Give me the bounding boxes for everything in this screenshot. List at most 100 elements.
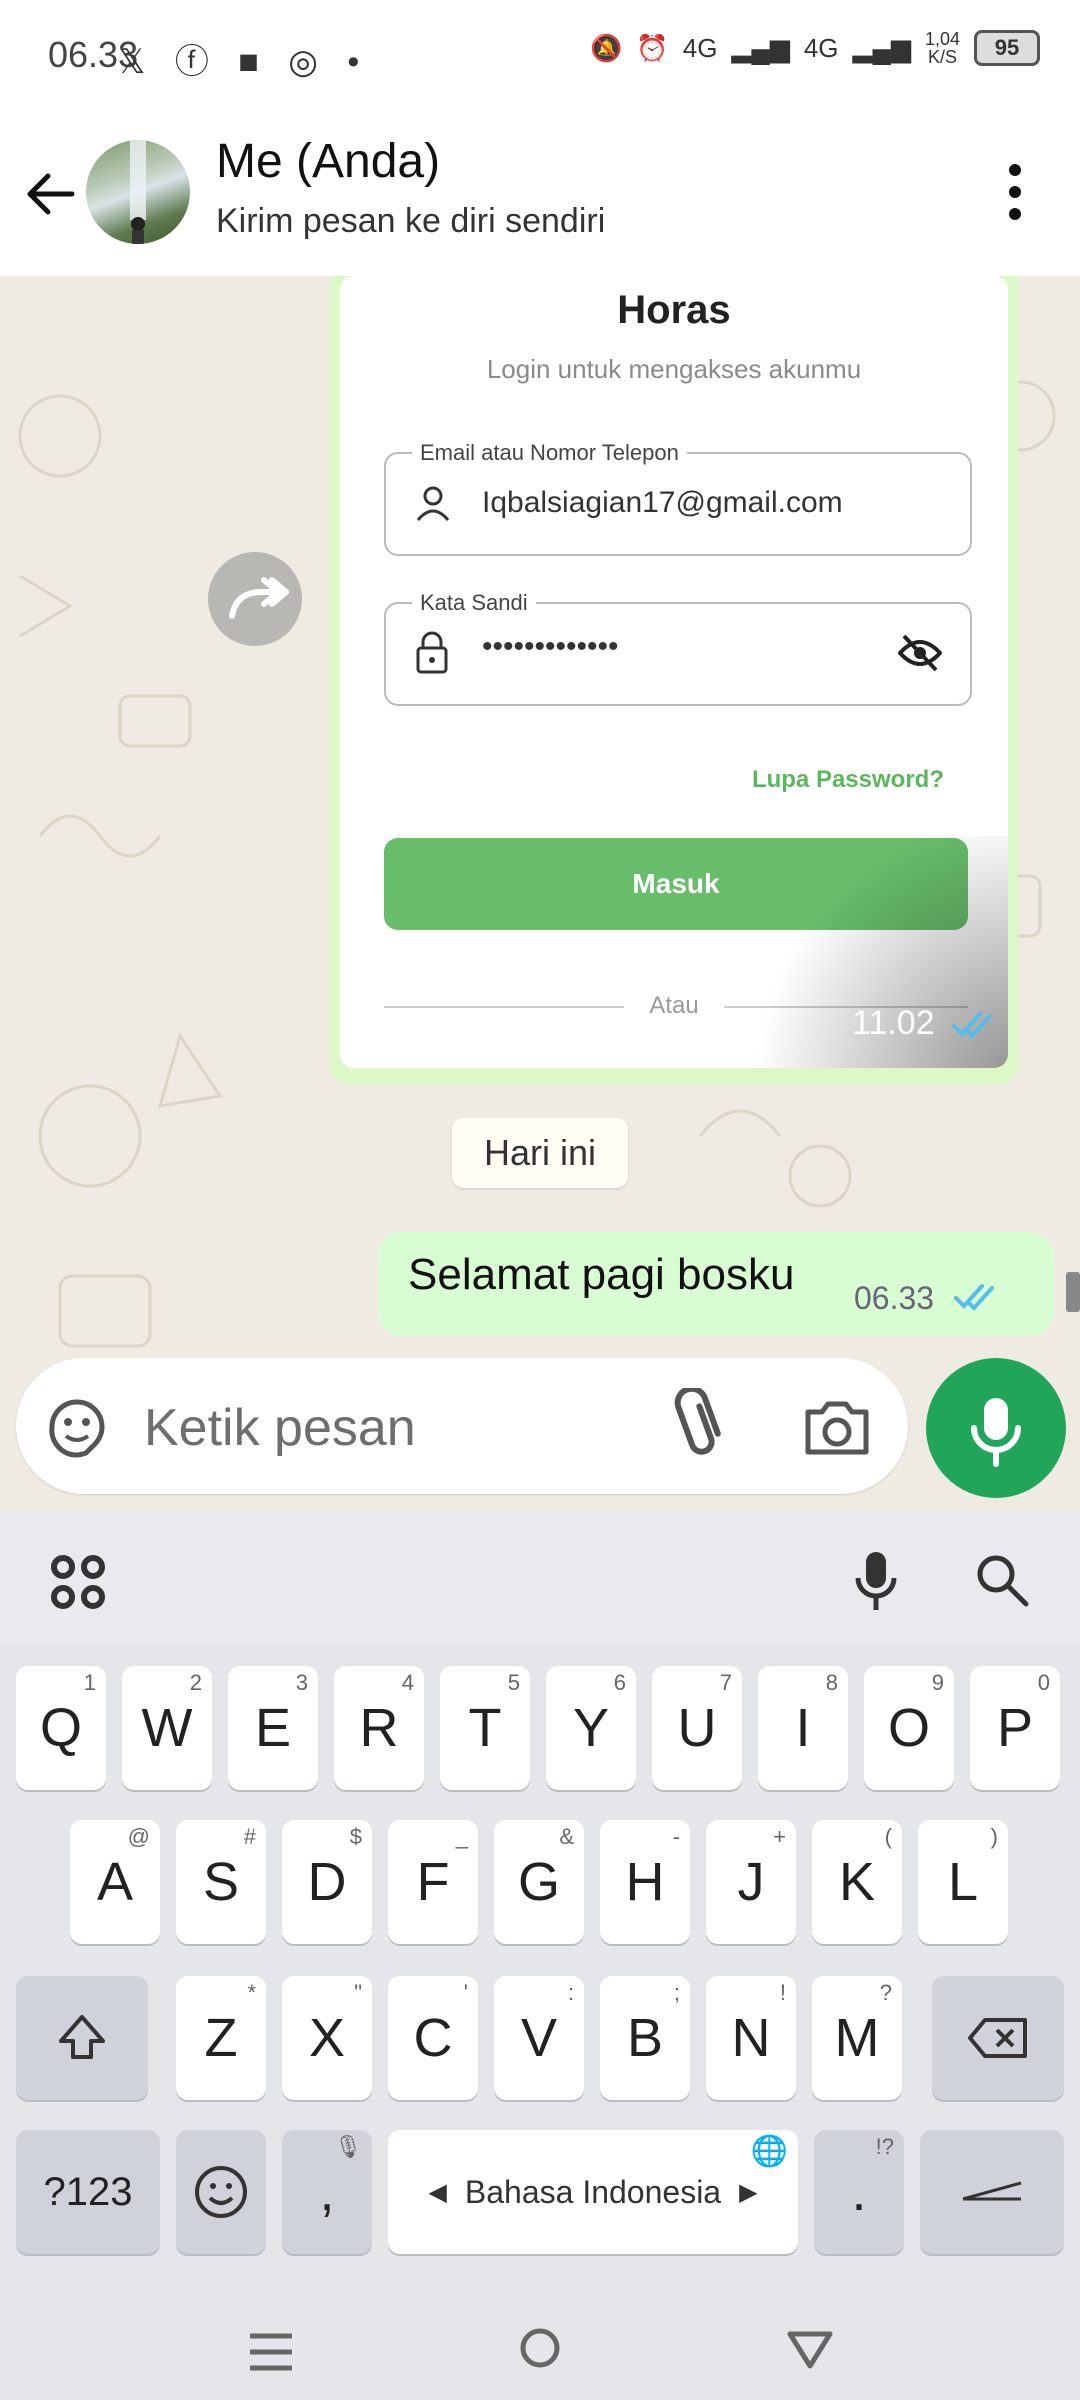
forward-icon[interactable] xyxy=(208,552,302,646)
chat-header: Me (Anda) Kirim pesan ke diri sendiri xyxy=(0,104,1080,276)
key-hint: _ xyxy=(455,1824,468,1849)
key-p[interactable]: P0 xyxy=(970,1666,1060,1790)
symbols-key[interactable]: ?123 xyxy=(16,2130,160,2254)
key-hint: & xyxy=(559,1824,574,1849)
key-k[interactable]: K( xyxy=(812,1820,902,1944)
key-hint: 6 xyxy=(613,1670,626,1695)
key-v[interactable]: V: xyxy=(494,1976,584,2100)
key-label: D xyxy=(307,1852,347,1912)
emoji-key[interactable] xyxy=(176,2130,266,2254)
key-j[interactable]: J + xyxy=(706,1820,796,1944)
backspace-key[interactable] xyxy=(932,1976,1064,2100)
command-icon[interactable] xyxy=(48,1552,108,1612)
back-arrow-icon[interactable] xyxy=(22,166,78,222)
key-s[interactable]: S # xyxy=(176,1820,266,1944)
paperclip-icon[interactable] xyxy=(666,1388,730,1464)
key-d[interactable]: D $ xyxy=(282,1820,372,1944)
key-hint: !? xyxy=(875,2134,894,2159)
image-attachment[interactable]: Horas Login untuk mengakses akunmu Email… xyxy=(340,276,1008,1068)
key-hint: # xyxy=(243,1824,256,1849)
space-arrow-left: ◀ xyxy=(428,2178,447,2206)
email-field-label: Email atau Nomor Telepon xyxy=(412,440,687,466)
keyboard[interactable]: Q 1 W 2 E 3 R 4 T 5 Y 6 U 7 I 8 O 9 P 0 A @ S # D $ F _ G & H - J + K(L) Z *… xyxy=(0,1512,1080,2400)
key-hint: ; xyxy=(673,1980,680,2005)
chat-area[interactable]: Horas Login untuk mengakses akunmu Email… xyxy=(0,276,1080,1512)
shift-key[interactable] xyxy=(16,1976,148,2100)
key-hint: ) xyxy=(990,1824,998,1849)
voice-message-button[interactable] xyxy=(926,1358,1066,1498)
date-chip: Hari ini xyxy=(452,1118,628,1188)
comma-key[interactable]: , 🎙 xyxy=(282,2130,372,2254)
key-w[interactable]: W2 xyxy=(122,1666,212,1790)
message-composer[interactable]: Ketik pesan xyxy=(16,1358,908,1494)
text-message-bubble[interactable]: Selamat pagi bosku 06.33 xyxy=(378,1232,1054,1336)
message-input[interactable]: Ketik pesan xyxy=(144,1398,416,1458)
lock-icon xyxy=(416,631,448,674)
signal-1-label: 4G xyxy=(682,32,718,63)
key-hint: ( xyxy=(884,1824,892,1849)
key-hint: 5 xyxy=(507,1670,520,1695)
key-label: N xyxy=(731,2008,771,2068)
scrollbar-thumb[interactable] xyxy=(1066,1272,1080,1312)
status-right-icons: 🔕 ⏰ 4G ▂▄▆ 4G ▂▄▆ 1,04 K/S 95 xyxy=(590,30,1040,66)
key-e[interactable]: E3 xyxy=(228,1666,318,1790)
app-title: Horas xyxy=(617,288,731,332)
key-h[interactable]: H- xyxy=(600,1820,690,1944)
network-speed-value: 1,04 xyxy=(924,29,960,49)
key-x[interactable]: X " xyxy=(282,1976,372,2100)
key-f[interactable]: F _ xyxy=(388,1820,478,1944)
key-label: K xyxy=(838,1852,876,1912)
image-message-time: 11.02 xyxy=(852,1004,935,1042)
key-hint: 1 xyxy=(83,1670,96,1695)
key-m[interactable]: M? xyxy=(812,1976,902,2100)
key-label: I xyxy=(795,1698,811,1758)
key-u[interactable]: U7 xyxy=(652,1666,742,1790)
key-t[interactable]: T5 xyxy=(440,1666,530,1790)
key-label: E xyxy=(254,1698,292,1758)
enter-key[interactable] xyxy=(920,2130,1064,2254)
key-n[interactable]: N! xyxy=(706,1976,796,2100)
key-b[interactable]: B; xyxy=(600,1976,690,2100)
key-i[interactable]: I8 xyxy=(758,1666,848,1790)
password-field-value: ••••••••••••• xyxy=(482,630,619,663)
period-key[interactable]: .!? xyxy=(814,2130,904,2254)
key-hint: 0 xyxy=(1037,1670,1050,1695)
signal-2-label: 4G xyxy=(803,32,839,63)
space-arrow-right: ▶ xyxy=(739,2178,758,2206)
space-key[interactable]: ◀ Bahasa Indonesia ▶ 🌐 xyxy=(388,2130,798,2254)
image-message-bubble[interactable]: Horas Login untuk mengakses akunmu Email… xyxy=(330,276,1018,1084)
key-label: W xyxy=(141,1698,193,1758)
key-hint: + xyxy=(773,1824,786,1849)
avatar[interactable] xyxy=(86,140,190,244)
key-q[interactable]: Q1 xyxy=(16,1666,106,1790)
key-a[interactable]: A @ xyxy=(70,1820,160,1944)
key-z[interactable]: Z * xyxy=(176,1976,266,2100)
key-hint: 8 xyxy=(825,1670,838,1695)
key-c[interactable]: C ' xyxy=(388,1976,478,2100)
key-o[interactable]: O9 xyxy=(864,1666,954,1790)
home-icon[interactable] xyxy=(518,2326,562,2370)
battery-icon: 95 xyxy=(974,30,1040,66)
forgot-password-link: Lupa Password? xyxy=(751,766,944,793)
key-label: , xyxy=(319,2162,335,2222)
key-hint: ' xyxy=(463,1980,468,2005)
sticker-icon[interactable] xyxy=(42,1392,112,1462)
key-l[interactable]: L) xyxy=(918,1820,1008,1944)
search-icon[interactable] xyxy=(974,1552,1030,1608)
camera-icon[interactable] xyxy=(802,1394,872,1458)
back-nav-icon[interactable] xyxy=(786,2330,834,2370)
key-label: M xyxy=(834,2008,880,2068)
key-label: F xyxy=(416,1852,450,1912)
key-label: B xyxy=(626,2008,664,2068)
recent-apps-icon[interactable] xyxy=(246,2330,296,2374)
key-r[interactable]: R4 xyxy=(334,1666,424,1790)
voice-typing-icon[interactable] xyxy=(852,1548,900,1616)
key-label: J xyxy=(737,1852,765,1912)
chat-title[interactable]: Me (Anda) xyxy=(216,134,440,189)
more-options-icon[interactable] xyxy=(1000,162,1030,222)
network-speed-unit: K/S xyxy=(927,47,957,67)
network-speed: 1,04 K/S xyxy=(925,30,960,66)
key-g[interactable]: G & xyxy=(494,1820,584,1944)
key-y[interactable]: Y6 xyxy=(546,1666,636,1790)
key-hint: ? xyxy=(879,1980,892,2005)
